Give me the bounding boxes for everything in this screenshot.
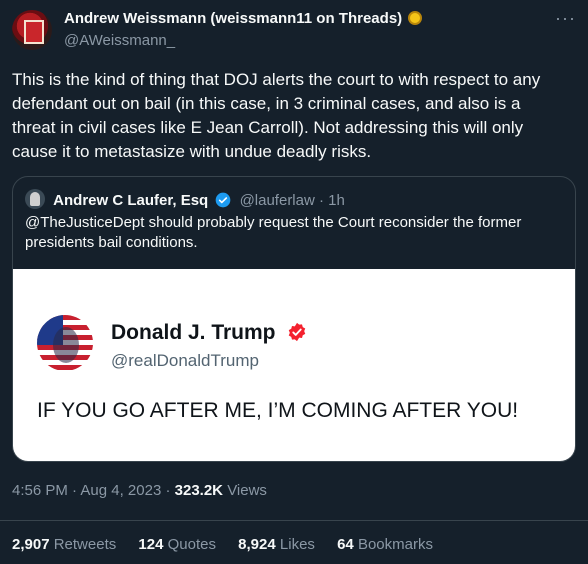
more-options-icon[interactable]: ··· (555, 8, 576, 29)
quoted-author-handle[interactable]: @lauferlaw · 1h (240, 192, 345, 209)
image-author-handle: @realDonaldTrump (111, 351, 259, 370)
red-verified-badge-icon (289, 322, 306, 342)
sunflower-icon (408, 11, 423, 25)
tweet-time[interactable]: 4:56 PM (12, 482, 68, 499)
quoted-author-name[interactable]: Andrew C Laufer, Esq (53, 192, 208, 209)
quoted-tweet-header: Andrew C Laufer, Esq @lauferlaw · 1h (25, 189, 345, 211)
views-label: Views (227, 482, 267, 499)
likes-stat[interactable]: 8,924 Likes (238, 536, 315, 553)
retweets-stat[interactable]: 2,907 Retweets (12, 536, 116, 553)
quotes-stat[interactable]: 124 Quotes (138, 536, 216, 553)
tweet-text: This is the kind of thing that DOJ alert… (12, 70, 541, 161)
tweet-date[interactable]: Aug 4, 2023 (80, 482, 161, 499)
quoted-tweet-time: 1h (328, 192, 345, 209)
tweet-header: Andrew Weissmann (weissmann11 on Threads… (12, 8, 576, 52)
quoted-tweet-text: @TheJusticeDept should probably request … (25, 214, 522, 251)
quoted-tweet-image[interactable]: Donald J. Trump @realDonaldTrump IF YOU … (13, 269, 575, 461)
author-avatar[interactable] (12, 10, 52, 50)
image-author-name: Donald J. Trump (111, 321, 307, 345)
quoted-author-avatar[interactable] (25, 189, 45, 209)
engagement-stats: 2,907 Retweets 124 Quotes 8,924 Likes 64… (12, 536, 451, 553)
verified-badge-icon (216, 192, 231, 208)
views-count: 323.2K (174, 482, 224, 499)
bookmarks-stat[interactable]: 64 Bookmarks (337, 536, 433, 553)
author-name[interactable]: Andrew Weissmann (weissmann11 on Threads… (64, 10, 423, 27)
author-handle[interactable]: @AWeissmann_ (64, 32, 175, 49)
divider (0, 520, 588, 521)
image-post-text: IF YOU GO AFTER ME, I’M COMING AFTER YOU… (37, 399, 519, 422)
author-name-text: Andrew Weissmann (weissmann11 on Threads… (64, 10, 403, 27)
tweet-meta: 4:56 PM · Aug 4, 2023 · 323.2K Views (12, 482, 267, 499)
quoted-tweet[interactable]: Andrew C Laufer, Esq @lauferlaw · 1h @Th… (12, 176, 576, 462)
trump-avatar (37, 315, 93, 371)
